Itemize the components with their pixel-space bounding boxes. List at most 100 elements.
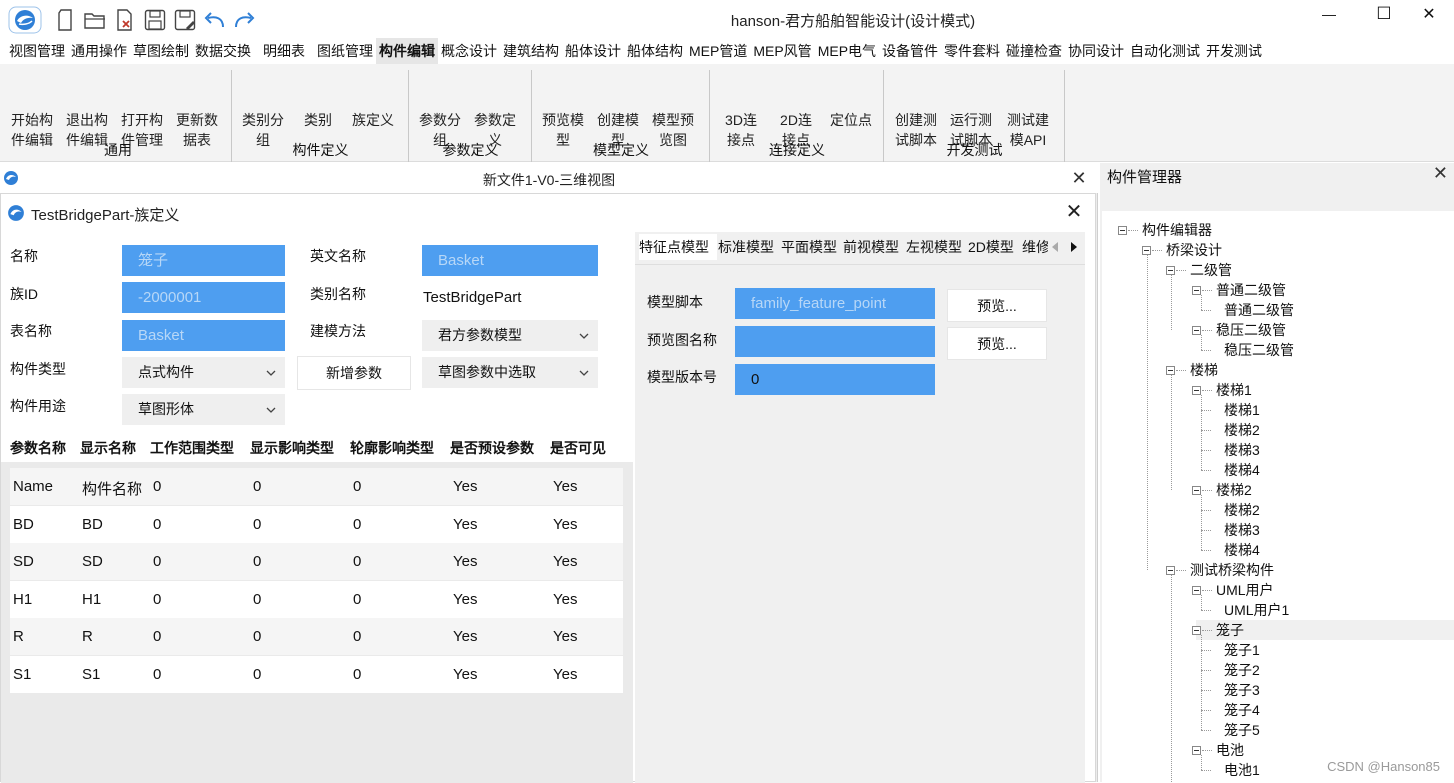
table-row[interactable]: Name构件名称000YesYes	[10, 468, 623, 505]
menu-item[interactable]: 协同设计	[1065, 38, 1127, 64]
menu-item[interactable]: 设备管件	[879, 38, 941, 64]
tab-7[interactable]: 维修	[1022, 234, 1048, 260]
tree-leaf[interactable]: 楼梯2	[1224, 420, 1260, 440]
table-column-header[interactable]: 显示影响类型	[250, 438, 334, 458]
close-file-icon[interactable]	[112, 8, 136, 32]
tree-leaf[interactable]: 楼梯3	[1224, 520, 1260, 540]
preview-image-input[interactable]	[735, 326, 935, 357]
tab-1[interactable]: 特征点模型	[639, 234, 717, 260]
table-column-header[interactable]: 工作范围类型	[150, 438, 234, 458]
tree-leaf[interactable]: 楼梯4	[1224, 460, 1260, 480]
table-column-header[interactable]: 是否预设参数	[450, 438, 534, 458]
tree-collapse-icon[interactable]	[1118, 226, 1127, 235]
redo-icon[interactable]	[232, 8, 256, 32]
ribbon-button[interactable]: 定位点	[824, 110, 878, 130]
component-type-select[interactable]: 点式构件	[122, 357, 285, 388]
table-row[interactable]: S1S1000YesYes	[10, 656, 623, 693]
tree-collapse-icon[interactable]	[1166, 266, 1175, 275]
close-window-button[interactable]: ✕	[1402, 0, 1454, 28]
tree-leaf[interactable]: 稳压二级管	[1224, 340, 1294, 360]
menu-item[interactable]: 零件套料	[941, 38, 1003, 64]
name-input[interactable]: 笼子	[122, 245, 285, 276]
dialog-close-button[interactable]: ✕	[1063, 202, 1085, 224]
component-use-select[interactable]: 草图形体	[122, 394, 285, 425]
tree-leaf[interactable]: 电池1	[1224, 760, 1260, 780]
menu-item[interactable]: MEP电气	[815, 38, 879, 64]
tree-leaf[interactable]: 楼梯3	[1224, 440, 1260, 460]
tab-3[interactable]: 平面模型	[781, 234, 842, 260]
tree-leaf[interactable]: 笼子4	[1224, 700, 1260, 720]
ribbon-button[interactable]: 类别	[291, 110, 345, 130]
menu-item[interactable]: 碰撞检查	[1003, 38, 1065, 64]
table-row[interactable]: SDSD000YesYes	[10, 543, 623, 580]
table-row[interactable]: RR000YesYes	[10, 618, 623, 655]
tree-leaf[interactable]: 笼子2	[1224, 660, 1260, 680]
preview-script-button[interactable]: 预览...	[947, 289, 1047, 322]
menu-item[interactable]: 建筑结构	[500, 38, 562, 64]
table-row[interactable]: H1H1000YesYes	[10, 581, 623, 618]
menu-item[interactable]: MEP管道	[686, 38, 750, 64]
menu-item[interactable]: 船体设计	[562, 38, 624, 64]
tab-4[interactable]: 前视模型	[843, 234, 905, 260]
document-close-button[interactable]: ✕	[1068, 167, 1090, 189]
tree-collapse-icon[interactable]	[1192, 746, 1201, 755]
tree-leaf[interactable]: 楼梯1	[1224, 400, 1260, 420]
table-row[interactable]: BDBD000YesYes	[10, 506, 623, 543]
family-id-input[interactable]: -2000001	[122, 282, 285, 313]
sketch-parameter-select[interactable]: 草图参数中选取	[422, 357, 598, 388]
tree-leaf[interactable]: 笼子5	[1224, 720, 1260, 740]
save-icon[interactable]	[143, 8, 167, 32]
tree-leaf[interactable]: UML用户1	[1224, 600, 1289, 620]
tab-2[interactable]: 标准模型	[718, 234, 780, 260]
tree-leaf[interactable]: 笼子1	[1224, 640, 1260, 660]
tree-node[interactable]: 笼子	[1196, 620, 1454, 640]
menu-item[interactable]: 通用操作	[68, 38, 130, 64]
tree-collapse-icon[interactable]	[1192, 626, 1201, 635]
english-name-input[interactable]: Basket	[422, 245, 598, 276]
add-parameter-button[interactable]: 新增参数	[297, 356, 411, 390]
menu-item[interactable]: 概念设计	[438, 38, 500, 64]
tree-collapse-icon[interactable]	[1192, 586, 1201, 595]
menu-item[interactable]: 船体结构	[624, 38, 686, 64]
tree-collapse-icon[interactable]	[1142, 246, 1151, 255]
tree-collapse-icon[interactable]	[1192, 486, 1201, 495]
tree-collapse-icon[interactable]	[1166, 366, 1175, 375]
tab-scroll-right-icon[interactable]	[1070, 240, 1078, 256]
menu-item[interactable]: 数据交换	[192, 38, 254, 64]
table-column-header[interactable]: 显示名称	[80, 438, 136, 458]
tree-leaf[interactable]: 楼梯2	[1224, 500, 1260, 520]
tab-6[interactable]: 2D模型	[968, 234, 1021, 260]
tree-collapse-icon[interactable]	[1192, 386, 1201, 395]
menu-item[interactable]: 草图绘制	[130, 38, 192, 64]
table-column-header[interactable]: 是否可见	[550, 438, 606, 458]
new-file-icon[interactable]	[54, 8, 78, 32]
app-logo-icon[interactable]	[8, 6, 42, 34]
tree-leaf[interactable]: 笼子3	[1224, 680, 1260, 700]
undo-icon[interactable]	[203, 8, 227, 32]
menu-item[interactable]: 图纸管理	[314, 38, 376, 64]
table-column-header[interactable]: 参数名称	[10, 438, 66, 458]
menu-item[interactable]: 开发测试	[1203, 38, 1265, 64]
component-manager-close-button[interactable]: ✕	[1433, 163, 1448, 184]
save-as-icon[interactable]	[173, 8, 197, 32]
open-folder-icon[interactable]	[83, 8, 107, 32]
table-column-header[interactable]: 轮廓影响类型	[350, 438, 434, 458]
preview-image-button[interactable]: 预览...	[947, 327, 1047, 360]
minimize-button[interactable]: —	[1302, 0, 1356, 28]
tree-leaf[interactable]: 楼梯4	[1224, 540, 1260, 560]
model-script-input[interactable]: family_feature_point	[735, 288, 935, 319]
ribbon-button[interactable]: 族定义	[346, 110, 400, 130]
tree-collapse-icon[interactable]	[1192, 326, 1201, 335]
tab-5[interactable]: 左视模型	[906, 234, 967, 260]
menu-item[interactable]: MEP风管	[750, 38, 814, 64]
menu-item[interactable]: 自动化测试	[1127, 38, 1203, 64]
modeling-method-select[interactable]: 君方参数模型	[422, 320, 598, 351]
table-name-input[interactable]: Basket	[122, 320, 285, 351]
tree-collapse-icon[interactable]	[1166, 566, 1175, 575]
menu-item[interactable]: 视图管理	[6, 38, 68, 64]
tree-collapse-icon[interactable]	[1192, 286, 1201, 295]
menu-item[interactable]: 构件编辑	[376, 38, 438, 64]
tree-leaf[interactable]: 普通二级管	[1224, 300, 1294, 320]
tab-scroll-left-icon[interactable]	[1051, 240, 1059, 256]
menu-item[interactable]: 明细表	[260, 38, 308, 64]
